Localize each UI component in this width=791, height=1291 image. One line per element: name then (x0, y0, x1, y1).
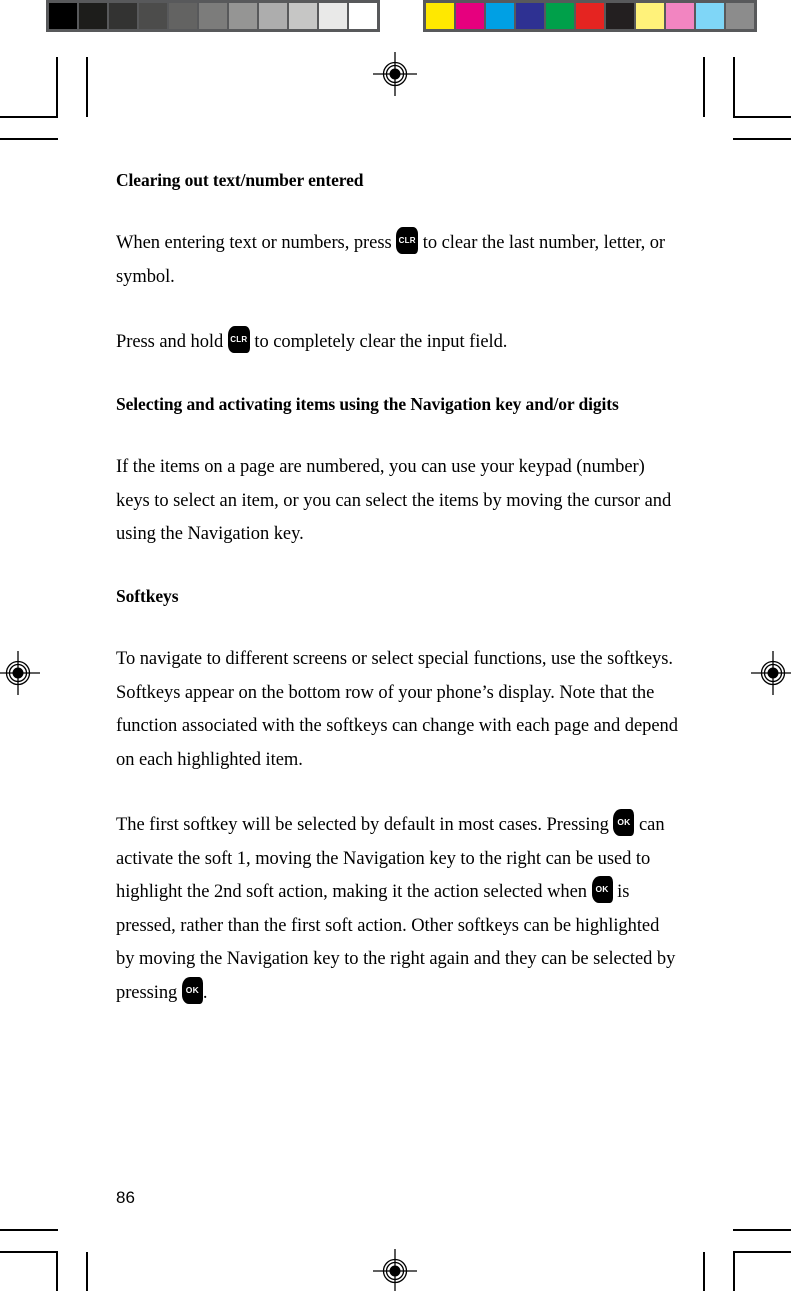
registration-mark-left-center (0, 651, 40, 695)
crop-mark-bottom-left-outer-horizontal (0, 1251, 58, 1253)
registration-mark-right-center (751, 651, 791, 695)
grayscale-swatch-10 (349, 3, 377, 29)
grayscale-swatch-0 (49, 3, 77, 29)
clr-key-icon: CLR (227, 326, 250, 354)
paragraph-text-part-1: The first softkey will be selected by de… (116, 815, 609, 836)
paragraph-clear-last-entry: When entering text or numbers, press CLR… (116, 227, 682, 294)
crop-mark-top-left-inner-vertical (86, 57, 88, 117)
paragraph-text-part-4: . (202, 982, 208, 1003)
grayscale-swatch-6 (229, 3, 257, 29)
grayscale-swatch-1 (79, 3, 107, 29)
crop-mark-top-right-outer-vertical (733, 57, 735, 117)
heading-clearing-out-text: Clearing out text/number entered (116, 170, 364, 190)
crop-mark-bottom-left-inner-vertical (86, 1252, 88, 1291)
color-swatch-8 (666, 3, 694, 29)
color-swatch-3 (516, 3, 544, 29)
heading-selecting-activating-items: Selecting and activating items using the… (116, 393, 619, 414)
grayscale-swatch-4 (169, 3, 197, 29)
crop-mark-bottom-left-outer-vertical (56, 1252, 58, 1291)
paragraph-numbered-items: If the items on a page are numbered, you… (116, 457, 672, 545)
color-swatch-10 (726, 3, 754, 29)
crop-mark-top-right-inner-vertical (703, 57, 705, 117)
paragraph-text-after-clr-key-2: to completely clear the input field. (254, 332, 508, 353)
crop-mark-top-right-outer-horizontal (733, 116, 791, 118)
grayscale-swatch-9 (319, 3, 347, 29)
page-content: Clearing out text/number entered When en… (116, 168, 682, 1010)
grayscale-swatch-8 (289, 3, 317, 29)
crop-mark-bottom-right-outer-vertical (733, 1252, 735, 1291)
registration-mark-top-center (373, 52, 417, 96)
crop-mark-bottom-right-outer-horizontal (733, 1251, 791, 1253)
paragraph-first-softkey-default: The first softkey will be selected by de… (116, 809, 682, 1010)
paragraph-text-before-clr-key-2: Press and hold (116, 332, 224, 353)
color-swatch-4 (546, 3, 574, 29)
color-swatch-0 (426, 3, 454, 29)
crop-mark-top-left-outer-vertical (56, 57, 58, 117)
registration-mark-bottom-center (373, 1249, 417, 1291)
color-swatch-1 (456, 3, 484, 29)
crop-mark-bottom-right-inner-horizontal (733, 1229, 791, 1231)
grayscale-calibration-strip (46, 0, 380, 32)
grayscale-swatch-5 (199, 3, 227, 29)
color-swatch-9 (696, 3, 724, 29)
color-calibration-strip (423, 0, 757, 32)
ok-key-icon: OK (613, 809, 635, 837)
clr-key-icon: CLR (396, 227, 419, 255)
crop-mark-top-right-inner-horizontal (733, 138, 791, 140)
crop-mark-bottom-right-inner-vertical (703, 1252, 705, 1291)
ok-key-icon: OK (181, 976, 203, 1004)
heading-softkeys: Softkeys (116, 585, 179, 606)
grayscale-swatch-7 (259, 3, 287, 29)
grayscale-swatch-3 (139, 3, 167, 29)
color-swatch-2 (486, 3, 514, 29)
crop-mark-bottom-left-inner-horizontal (0, 1229, 58, 1231)
ok-key-icon: OK (591, 876, 613, 904)
scanned-page: Clearing out text/number entered When en… (0, 0, 791, 1291)
paragraph-press-and-hold-clear: Press and hold CLR to completely clear t… (116, 326, 682, 360)
page-number: 86 (116, 1188, 135, 1207)
grayscale-swatch-2 (109, 3, 137, 29)
crop-mark-top-left-inner-horizontal (0, 138, 58, 140)
color-swatch-7 (636, 3, 664, 29)
color-swatch-6 (606, 3, 634, 29)
color-swatch-5 (576, 3, 604, 29)
paragraph-text-before-clr-key: When entering text or numbers, press (116, 233, 392, 254)
paragraph-softkeys-overview: To navigate to different screens or sele… (116, 649, 678, 770)
crop-mark-top-left-outer-horizontal (0, 116, 58, 118)
